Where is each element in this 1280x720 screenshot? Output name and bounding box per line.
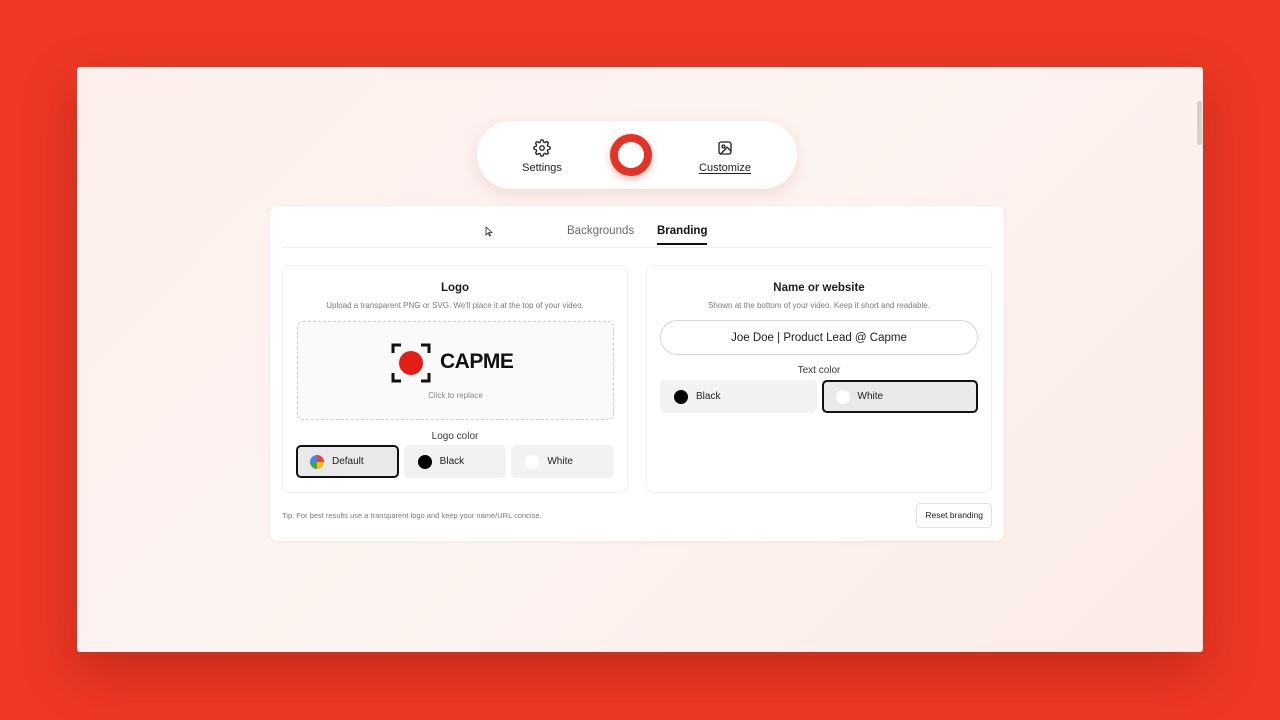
black-swatch-icon (674, 389, 688, 404)
name-card: Name or website Shown at the bottom of y… (646, 265, 992, 493)
capme-logo-icon (391, 343, 431, 383)
name-input[interactable] (660, 320, 978, 355)
text-color-options: Black White (660, 380, 978, 413)
logo-card-subtitle: Upload a transparent PNG or SVG. We'll p… (326, 301, 584, 310)
option-label: Black (696, 391, 721, 402)
text-color-white[interactable]: White (821, 380, 978, 413)
image-edit-icon (690, 139, 760, 157)
tab-backgrounds[interactable]: Backgrounds (567, 225, 634, 243)
mouse-cursor-icon (485, 226, 493, 237)
text-color-label: Text color (797, 365, 841, 376)
logo-dropzone[interactable]: CAPME Click to replace (297, 321, 614, 420)
name-card-subtitle: Shown at the bottom of your video. Keep … (708, 301, 930, 310)
logo-color-white[interactable]: White (511, 445, 615, 478)
name-card-title: Name or website (773, 282, 865, 294)
black-swatch-icon (417, 454, 432, 469)
dropzone-hint: Click to replace (428, 391, 483, 400)
logo-card: Logo Upload a transparent PNG or SVG. We… (282, 265, 628, 493)
logo-color-options: Default Black White (296, 445, 615, 478)
footer-tip: Tip: For best results use a transparent … (282, 511, 542, 520)
option-label: Default (332, 456, 364, 467)
text-color-black[interactable]: Black (660, 380, 817, 413)
record-button[interactable] (610, 134, 652, 176)
logo-color-black[interactable]: Black (403, 445, 507, 478)
logo-wordmark: CAPME (440, 350, 514, 373)
tab-bar: Backgrounds Branding (282, 206, 992, 248)
recording-toolbar: Settings Customize (477, 121, 797, 189)
customize-label: Customize (699, 162, 751, 174)
white-swatch-icon (835, 389, 850, 404)
reset-branding-button[interactable]: Reset branding (916, 503, 992, 528)
logo-card-title: Logo (440, 282, 470, 294)
tab-branding[interactable]: Branding (657, 225, 708, 245)
branding-panel: Backgrounds Branding Logo Upload a trans… (270, 206, 1004, 541)
app-window: Settings Customize Backgrounds Branding … (77, 67, 1203, 652)
option-label: White (857, 391, 884, 402)
settings-label: Settings (522, 162, 562, 174)
logo-color-default[interactable]: Default (296, 445, 399, 478)
customize-button[interactable]: Customize (690, 139, 760, 174)
logo-color-label: Logo color (431, 431, 479, 442)
scrollbar[interactable] (1197, 101, 1202, 145)
multicolor-swatch-icon (310, 454, 324, 469)
gear-icon (507, 139, 577, 157)
option-label: Black (439, 456, 465, 467)
settings-button[interactable]: Settings (507, 139, 577, 174)
white-swatch-icon (525, 454, 540, 469)
option-label: White (547, 456, 573, 467)
